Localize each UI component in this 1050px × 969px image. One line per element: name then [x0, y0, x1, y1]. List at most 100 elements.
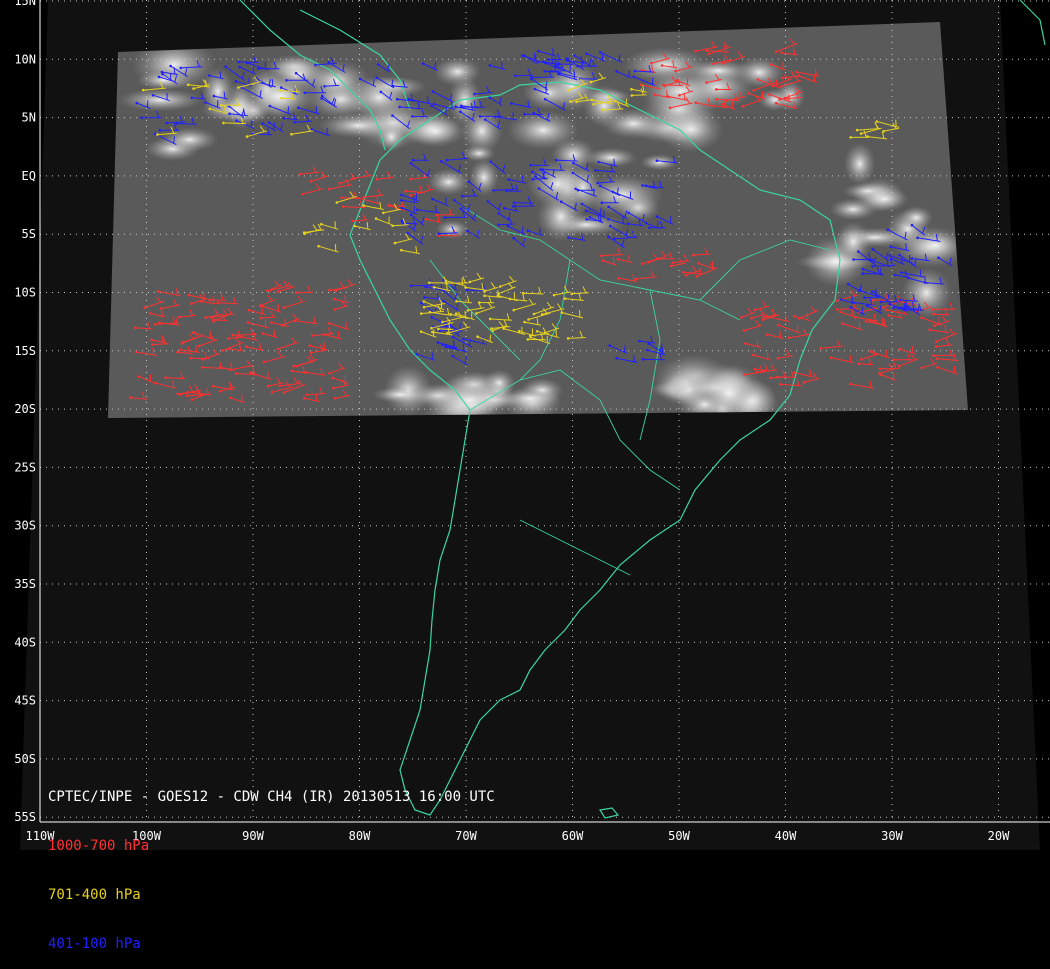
wind-barb-origin	[639, 83, 643, 86]
cloud-blob	[657, 106, 724, 153]
wind-barb-origin	[332, 297, 336, 301]
wind-barb-origin	[916, 236, 919, 240]
wind-barb-origin	[859, 132, 863, 135]
wind-barb-origin	[887, 314, 891, 317]
wind-barb-origin	[793, 371, 796, 374]
wind-barb-origin	[186, 391, 190, 394]
wind-barb-origin	[534, 175, 537, 178]
wind-barb-origin	[237, 86, 240, 89]
wind-barb-origin	[298, 172, 302, 176]
wind-barb-origin	[432, 286, 436, 289]
legend-mid-level: 701-400 hPa	[48, 887, 141, 903]
wind-barb-origin	[261, 332, 265, 335]
wind-barb-origin	[179, 348, 182, 352]
wind-barb-origin	[897, 306, 900, 310]
wind-barb-origin	[409, 213, 413, 216]
wind-barb-origin	[282, 116, 286, 120]
wind-barb-origin	[724, 99, 728, 102]
wind-barb-origin	[153, 381, 157, 385]
wind-barb-origin	[327, 61, 331, 64]
wind-barb-origin	[437, 232, 441, 235]
wind-barb-origin	[752, 353, 755, 357]
wind-barb-origin	[231, 333, 234, 337]
wind-barb-origin	[335, 201, 339, 204]
wind-barb-origin	[295, 364, 299, 368]
wind-barb-origin	[455, 300, 458, 303]
wind-barb-origin	[466, 309, 470, 312]
wind-barb-origin	[871, 247, 875, 251]
latitude-label: 55S	[14, 810, 36, 824]
wind-barb-origin	[741, 105, 745, 108]
wind-barb-origin	[334, 289, 337, 292]
wind-barb-origin	[258, 304, 262, 308]
wind-barb-origin	[765, 315, 768, 318]
wind-barb-origin	[933, 324, 936, 328]
wind-barb-origin	[488, 317, 492, 321]
wind-barb-origin	[797, 74, 800, 77]
wind-barb-origin	[608, 344, 611, 347]
wind-barb-origin	[238, 65, 241, 69]
wind-barb-origin	[648, 226, 651, 229]
wind-barb-origin	[632, 75, 636, 79]
wind-barb-origin	[278, 384, 282, 388]
wind-barb-origin	[601, 259, 605, 262]
wind-barb-origin	[573, 54, 576, 57]
wind-barb-origin	[398, 105, 402, 109]
wind-barb-origin	[871, 265, 874, 268]
wind-barb-origin	[527, 318, 530, 321]
wind-barb-origin	[468, 280, 472, 284]
wind-barb-origin	[224, 65, 227, 68]
wind-barb-origin	[507, 178, 511, 181]
latitude-label: 15S	[14, 344, 36, 358]
wind-barb-origin	[694, 49, 697, 53]
wind-barb-origin	[129, 396, 133, 399]
wind-barb-origin	[309, 180, 313, 183]
wind-barb-origin	[483, 118, 487, 121]
cloud-blob	[161, 127, 218, 152]
wind-barb-origin	[742, 329, 746, 332]
wind-barb-origin	[212, 384, 215, 388]
wind-barb-origin	[268, 104, 272, 108]
wind-barb-origin	[641, 262, 644, 266]
latitude-label: 15N	[14, 0, 36, 8]
wind-barb-origin	[478, 115, 482, 118]
wind-barb-origin	[234, 372, 238, 375]
wind-barb-origin	[409, 177, 413, 181]
wind-barb-origin	[668, 106, 672, 110]
wind-barb-origin	[715, 97, 718, 101]
wind-barb-origin	[338, 182, 342, 185]
wind-barb-origin	[257, 67, 260, 70]
wind-barb-origin	[769, 376, 772, 380]
wind-barb-origin	[935, 357, 939, 360]
wind-barb-origin	[228, 112, 231, 116]
wind-barb-origin	[761, 318, 765, 322]
wind-barb-origin	[323, 85, 326, 88]
wind-barb-origin	[780, 51, 784, 55]
wind-barb-origin	[570, 292, 574, 296]
wind-barb-origin	[520, 54, 524, 57]
wind-barb-origin	[563, 297, 567, 300]
wind-barb-origin	[560, 311, 564, 314]
wind-barb-origin	[400, 206, 404, 210]
wind-barb-origin	[437, 327, 440, 331]
wind-barb-origin	[208, 298, 212, 302]
wind-barb-origin	[441, 320, 444, 324]
cloud-blob	[835, 221, 872, 263]
wind-barb-origin	[270, 321, 273, 324]
cloud-blob	[201, 66, 235, 117]
wind-barb-origin	[787, 336, 791, 340]
wind-barb-origin	[190, 398, 194, 402]
wind-barb-origin	[793, 314, 796, 318]
wind-barb-origin	[358, 77, 362, 81]
wind-barb-origin	[442, 299, 445, 303]
wind-barb-origin	[178, 315, 181, 319]
wind-barb-origin	[585, 218, 588, 221]
wind-barb-origin	[443, 216, 447, 219]
wind-barb-origin	[550, 70, 553, 73]
wind-barb-origin	[475, 312, 478, 315]
wind-barb-origin	[776, 357, 780, 360]
wind-barb-origin	[268, 121, 271, 124]
wind-barb-origin	[535, 330, 539, 333]
wind-barb-origin	[934, 340, 938, 343]
wind-barb-origin	[388, 203, 391, 207]
